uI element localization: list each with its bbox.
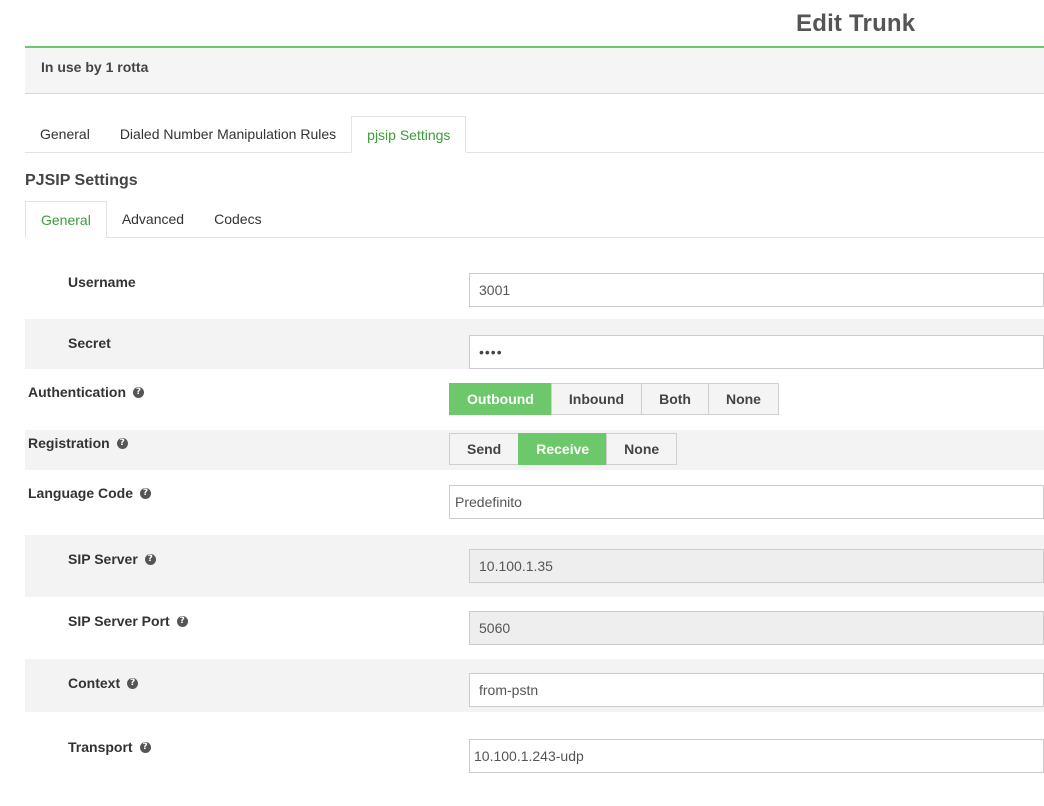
- registration-label: Registration ?: [28, 435, 128, 451]
- section-title: PJSIP Settings: [25, 172, 138, 189]
- username-input[interactable]: 3001: [469, 273, 1044, 307]
- context-label-text: Context: [68, 675, 121, 691]
- authentication-label: Authentication ?: [28, 384, 144, 400]
- authentication-toggle: Outbound Inbound Both None: [449, 383, 779, 415]
- usage-notice-text: In use by 1 rotta: [41, 59, 149, 75]
- subtab-general[interactable]: General: [25, 201, 107, 238]
- registration-receive-button[interactable]: Receive: [518, 433, 608, 465]
- transport-label-text: Transport: [68, 739, 133, 755]
- transport-select[interactable]: 10.100.1.243-udp: [469, 739, 1044, 773]
- subtab-codecs[interactable]: Codecs: [199, 201, 276, 237]
- tab-dialed-number-manipulation-rules[interactable]: Dialed Number Manipulation Rules: [105, 116, 351, 152]
- context-row: Context ? from-pstn: [25, 659, 1044, 712]
- registration-label-text: Registration: [28, 435, 110, 451]
- page-title: Edit Trunk: [796, 10, 916, 37]
- username-row: Username 3001: [25, 258, 1044, 318]
- sip-server-port-label-text: SIP Server Port: [68, 613, 170, 629]
- help-icon[interactable]: ?: [140, 487, 152, 499]
- transport-row: Transport ? 10.100.1.243-udp: [25, 713, 1044, 788]
- language-code-select[interactable]: Predefinito: [449, 485, 1044, 519]
- authentication-row: Authentication ? Outbound Inbound Both N…: [25, 370, 1044, 428]
- help-icon[interactable]: ?: [127, 677, 139, 689]
- username-label-text: Username: [68, 274, 136, 290]
- help-icon[interactable]: ?: [176, 615, 188, 627]
- authentication-both-button[interactable]: Both: [641, 383, 709, 415]
- username-label: Username: [68, 274, 136, 290]
- language-code-label-text: Language Code: [28, 485, 134, 501]
- tab-general[interactable]: General: [25, 116, 105, 152]
- authentication-label-text: Authentication: [28, 384, 126, 400]
- registration-send-button[interactable]: Send: [449, 433, 520, 465]
- registration-toggle: Send Receive None: [449, 433, 678, 465]
- sip-server-input[interactable]: 10.100.1.35: [469, 549, 1044, 583]
- subtab-advanced[interactable]: Advanced: [107, 201, 199, 237]
- language-code-label: Language Code ?: [28, 485, 152, 501]
- usage-notice: In use by 1 rotta: [25, 46, 1044, 94]
- context-input[interactable]: from-pstn: [469, 673, 1044, 707]
- transport-label: Transport ?: [68, 739, 151, 755]
- secret-input[interactable]: ••••: [469, 335, 1044, 369]
- language-code-row: Language Code ? Predefinito: [25, 471, 1044, 533]
- registration-none-button[interactable]: None: [606, 433, 678, 465]
- help-icon[interactable]: ?: [144, 553, 156, 565]
- sip-server-port-label: SIP Server Port ?: [68, 613, 188, 629]
- registration-row: Registration ? Send Receive None: [25, 430, 1044, 470]
- authentication-none-button[interactable]: None: [707, 383, 779, 415]
- help-icon[interactable]: ?: [139, 741, 151, 753]
- trunk-tabs: General Dialed Number Manipulation Rules…: [25, 116, 1044, 153]
- help-icon[interactable]: ?: [116, 437, 128, 449]
- secret-row: Secret ••••: [25, 319, 1044, 369]
- sip-server-port-row: SIP Server Port ? 5060: [25, 598, 1044, 658]
- sip-server-label-text: SIP Server: [68, 551, 138, 567]
- help-icon[interactable]: ?: [133, 386, 144, 398]
- authentication-outbound-button[interactable]: Outbound: [449, 383, 552, 415]
- sip-server-row: SIP Server ? 10.100.1.35: [25, 535, 1044, 597]
- sip-server-label: SIP Server ?: [68, 551, 156, 567]
- authentication-inbound-button[interactable]: Inbound: [550, 383, 643, 415]
- secret-label-text: Secret: [68, 335, 111, 351]
- context-label: Context ?: [68, 675, 139, 691]
- secret-label: Secret: [68, 335, 111, 351]
- pjsip-subtabs: General Advanced Codecs: [25, 201, 1044, 238]
- tab-pjsip-settings[interactable]: pjsip Settings: [351, 116, 467, 153]
- sip-server-port-input[interactable]: 5060: [469, 611, 1044, 645]
